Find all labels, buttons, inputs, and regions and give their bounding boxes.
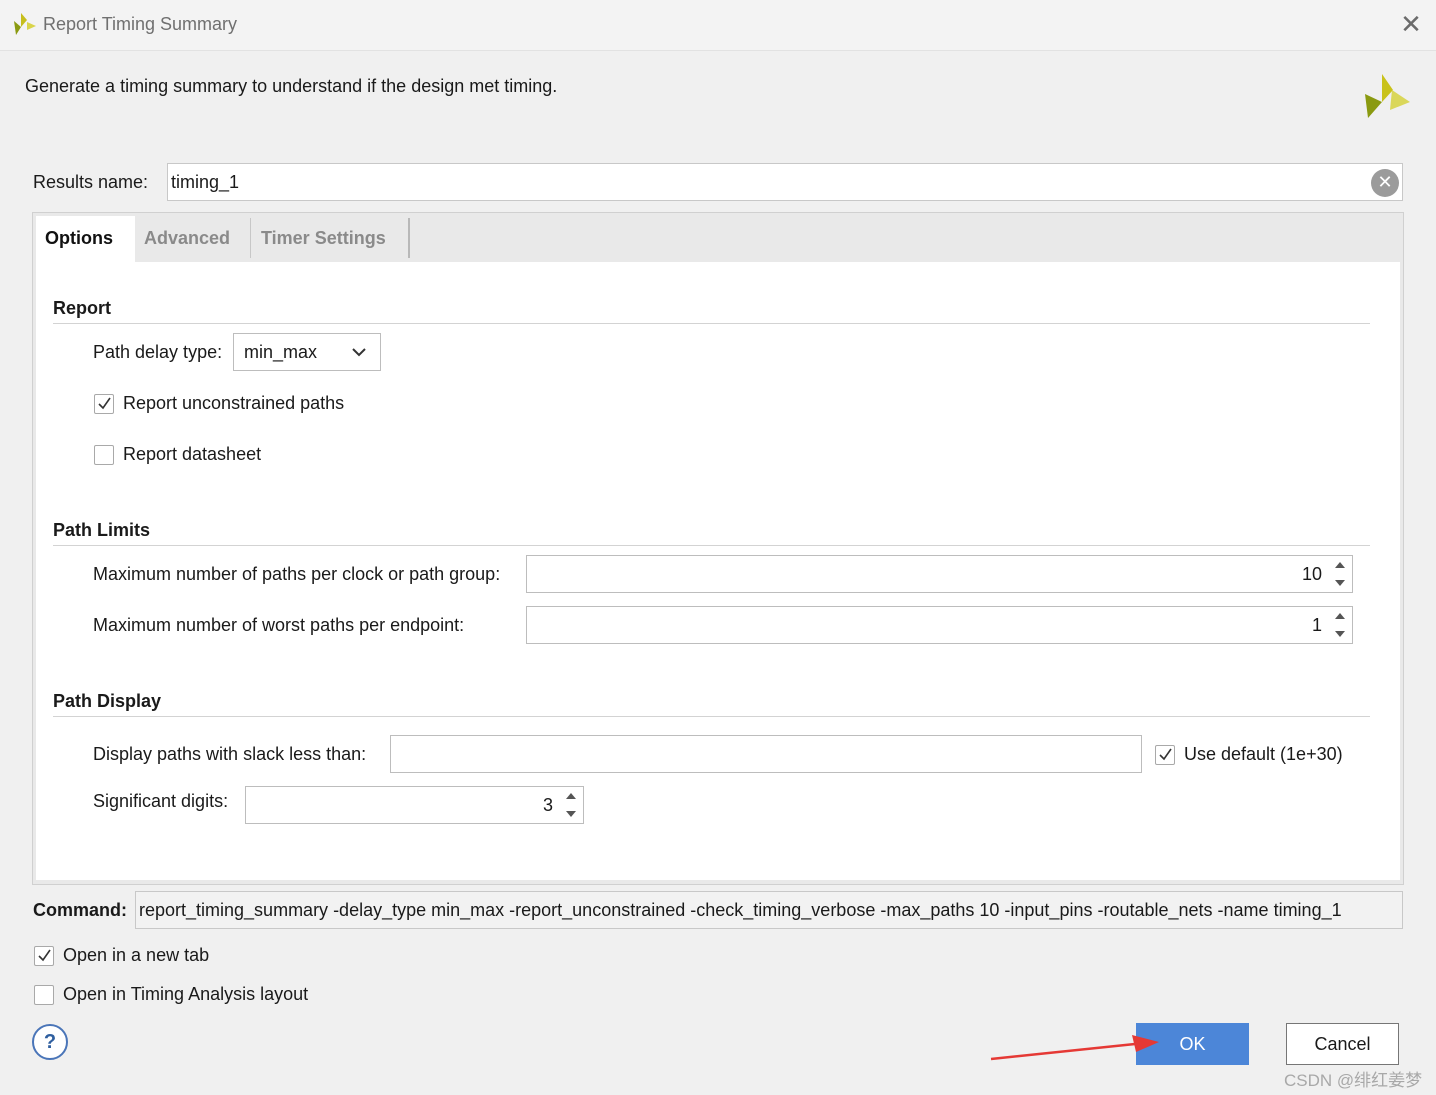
checkmark-icon xyxy=(98,397,111,410)
report-datasheet-label: Report datasheet xyxy=(123,444,262,464)
max-paths-label: Maximum number of paths per clock or pat… xyxy=(93,564,501,584)
max-paths-value: 10 xyxy=(1301,564,1322,584)
spinner-arrows-icon[interactable] xyxy=(1333,608,1347,642)
use-default-checkbox[interactable] xyxy=(1155,745,1175,765)
slack-input[interactable] xyxy=(390,735,1142,773)
results-name-label: Results name: xyxy=(33,172,149,192)
chevron-down-icon xyxy=(352,348,366,357)
section-divider xyxy=(53,716,1370,717)
slack-label: Display paths with slack less than: xyxy=(93,744,367,764)
max-paths-spinner[interactable] xyxy=(526,555,1353,593)
path-display-section-heading: Path Display xyxy=(53,691,162,711)
report-section-heading: Report xyxy=(53,298,111,318)
window-title: Report Timing Summary xyxy=(43,14,238,34)
worst-paths-spinner[interactable] xyxy=(526,606,1353,644)
close-icon[interactable]: ✕ xyxy=(1398,10,1424,38)
clear-input-icon[interactable]: ✕ xyxy=(1371,169,1399,197)
report-datasheet-checkbox[interactable] xyxy=(94,445,114,465)
tab-divider xyxy=(408,218,410,258)
open-timing-layout-checkbox[interactable] xyxy=(34,985,54,1005)
path-limits-section-heading: Path Limits xyxy=(53,520,151,540)
tab-advanced[interactable]: Advanced xyxy=(144,228,230,249)
command-label: Command: xyxy=(33,900,127,920)
tab-timer-settings[interactable]: Timer Settings xyxy=(261,228,386,249)
command-text: report_timing_summary -delay_type min_ma… xyxy=(139,900,1342,920)
spinner-arrows-icon[interactable] xyxy=(564,788,578,822)
report-unconstrained-label: Report unconstrained paths xyxy=(123,393,345,413)
section-divider xyxy=(53,545,1370,546)
results-name-value: timing_1 xyxy=(171,172,240,192)
app-logo-icon xyxy=(14,13,36,35)
significant-digits-value: 3 xyxy=(542,795,553,815)
open-new-tab-checkbox[interactable] xyxy=(34,946,54,966)
annotation-arrow-icon xyxy=(990,1035,1159,1061)
spinner-arrows-icon[interactable] xyxy=(1333,557,1347,591)
tab-options-label: Options xyxy=(45,228,113,248)
help-button[interactable]: ? xyxy=(32,1024,68,1060)
report-unconstrained-checkbox[interactable] xyxy=(94,394,114,414)
dialog-description: Generate a timing summary to understand … xyxy=(25,76,558,96)
path-delay-type-value: min_max xyxy=(244,342,318,362)
checkmark-icon xyxy=(38,949,51,962)
vivado-logo-icon xyxy=(1365,74,1410,118)
open-new-tab-label: Open in a new tab xyxy=(63,945,210,965)
open-timing-layout-label: Open in Timing Analysis layout xyxy=(63,984,309,1004)
worst-paths-label: Maximum number of worst paths per endpoi… xyxy=(93,615,465,635)
section-divider xyxy=(53,323,1370,324)
results-name-input[interactable] xyxy=(167,163,1403,201)
path-delay-type-label: Path delay type: xyxy=(93,342,223,362)
watermark: CSDN @绯红姜梦 xyxy=(1284,1071,1423,1090)
worst-paths-value: 1 xyxy=(1311,615,1322,635)
cancel-button[interactable]: Cancel xyxy=(1286,1023,1399,1065)
significant-digits-label: Significant digits: xyxy=(93,791,229,811)
checkmark-icon xyxy=(1159,748,1172,761)
tab-divider xyxy=(250,218,251,258)
use-default-label: Use default (1e+30) xyxy=(1184,744,1343,764)
